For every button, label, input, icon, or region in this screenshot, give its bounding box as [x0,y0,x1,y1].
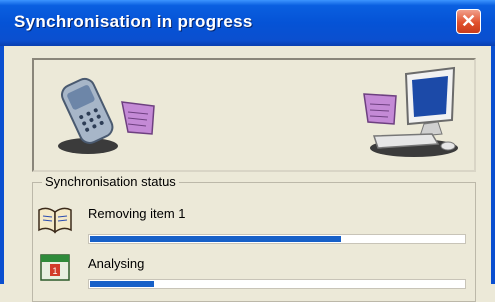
calendar-icon: 1 [40,254,70,281]
close-button[interactable]: ✕ [456,9,481,34]
sync-illustration-panel [32,58,476,172]
group-label: Synchronisation status [42,174,179,189]
progress-fill-1 [90,236,341,242]
svg-text:1: 1 [52,266,57,276]
progress-bar-1 [88,234,466,244]
window-border-right [491,46,495,284]
computer-illustration [363,66,458,157]
dialog-body: Synchronisation status Removing item 1 1… [4,46,491,302]
phone-illustration [58,77,155,154]
window-title: Synchronisation in progress [14,12,253,31]
open-book-icon [38,207,72,234]
status-text-1: Removing item 1 [88,206,186,221]
progress-fill-2 [90,281,154,287]
title-bar[interactable]: Synchronisation in progress ✕ [0,0,495,46]
progress-bar-2 [88,279,466,289]
status-text-2: Analysing [88,256,145,271]
sync-window: Synchronisation in progress ✕ Synchronis… [0,0,495,302]
close-icon: ✕ [460,11,477,31]
